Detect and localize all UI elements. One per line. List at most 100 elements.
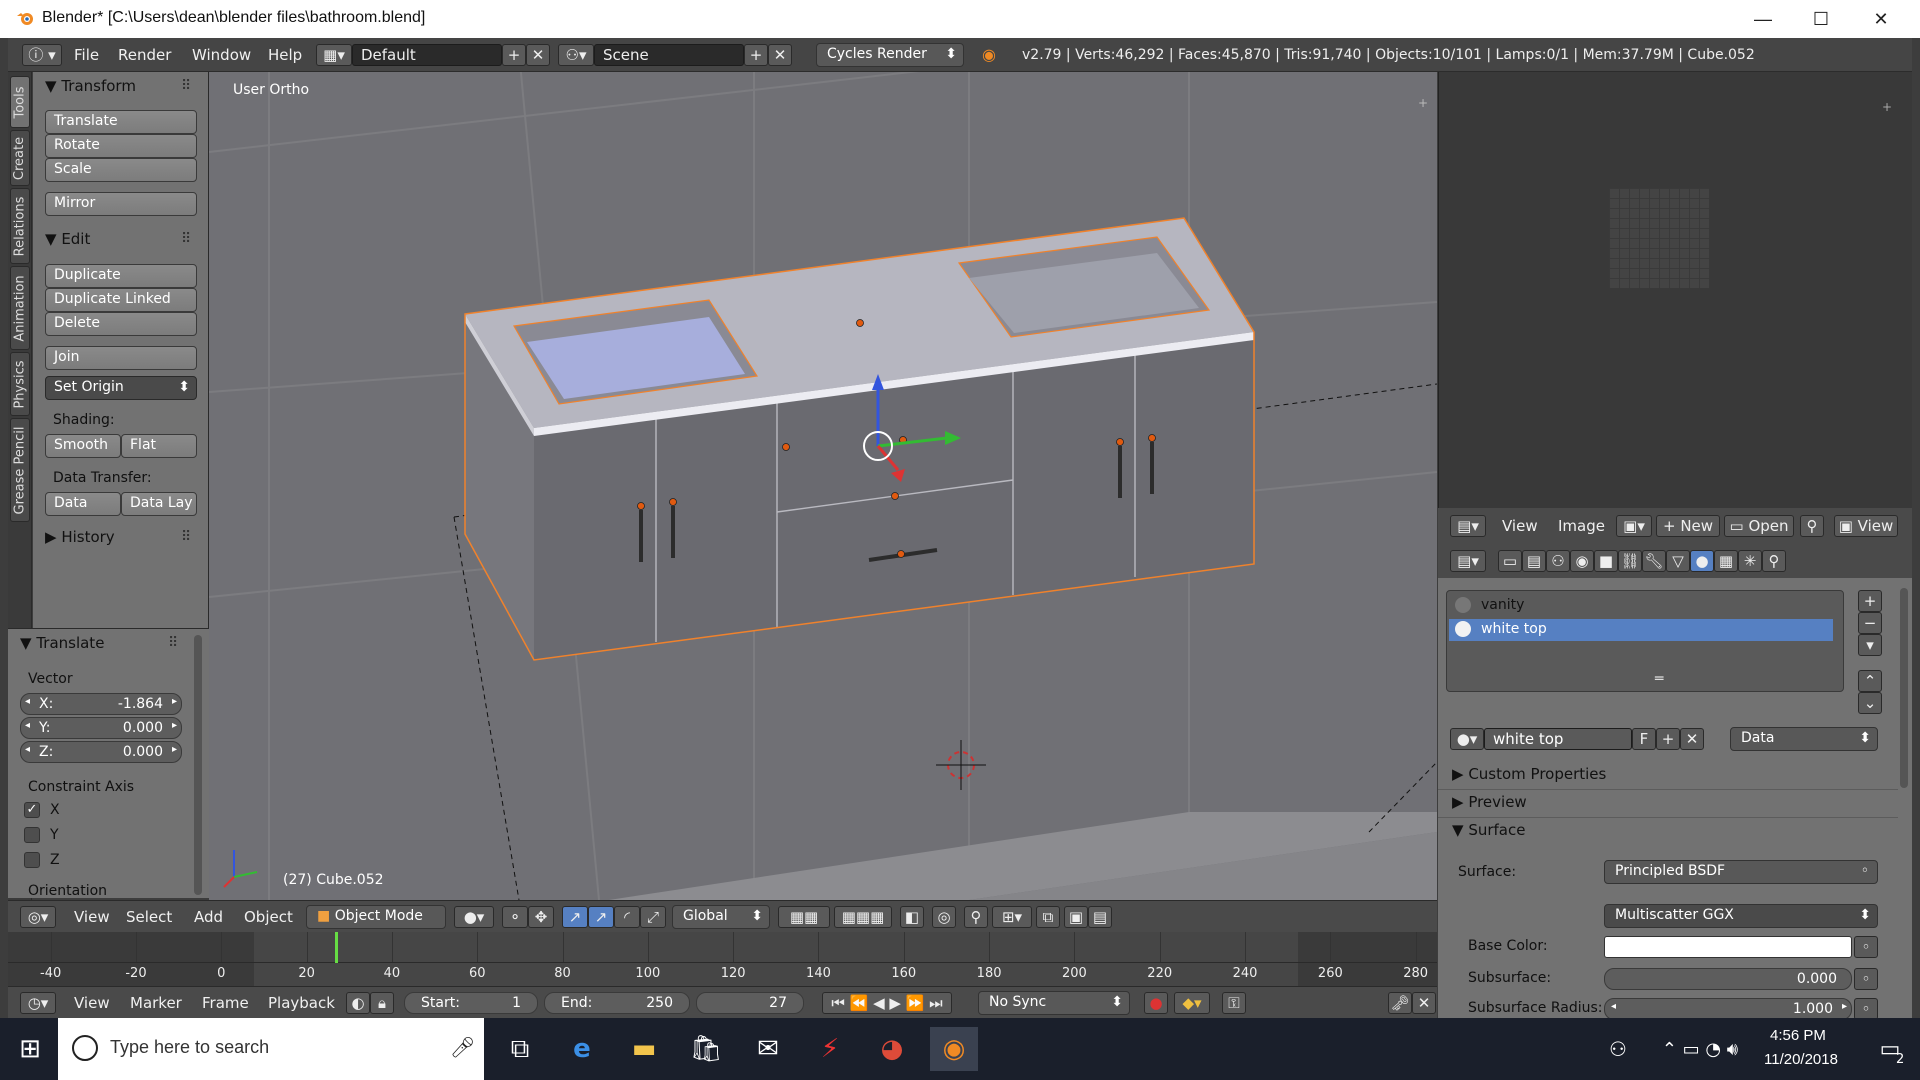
clapper-icon[interactable]: ▤ bbox=[1088, 906, 1112, 928]
menu-object[interactable]: Object bbox=[244, 908, 293, 926]
store-icon[interactable]: 🛍︎ bbox=[682, 1027, 730, 1071]
layers-tab-icon[interactable]: ▤ bbox=[1522, 550, 1546, 572]
menu-image[interactable]: Image bbox=[1558, 517, 1605, 535]
tab-create[interactable]: Create bbox=[10, 130, 30, 186]
layers-icon[interactable]: ▦▦ bbox=[778, 906, 830, 928]
task-view-icon[interactable]: ⧉ bbox=[496, 1027, 544, 1071]
list-item[interactable]: vanity bbox=[1449, 595, 1841, 617]
tab-physics[interactable]: Physics bbox=[10, 352, 30, 416]
link-dropdown[interactable]: Data ⬍ bbox=[1730, 727, 1878, 751]
modifiers-tab-icon[interactable]: 🔧︎ bbox=[1642, 550, 1666, 572]
fake-user-button[interactable]: F bbox=[1632, 728, 1656, 750]
orientation-dropdown[interactable]: Global ⬍ bbox=[672, 905, 770, 929]
join-button[interactable]: Join bbox=[45, 346, 197, 370]
mirror-button[interactable]: Mirror bbox=[45, 192, 197, 216]
layer-lock-icon[interactable]: ◧ bbox=[900, 906, 924, 928]
3d-viewport[interactable]: + User Ortho (27) Cube.052 bbox=[209, 72, 1437, 900]
new-material-icon[interactable]: + bbox=[1656, 728, 1680, 750]
physics-tab-icon[interactable]: ⚲ bbox=[1762, 550, 1786, 572]
editor-type-icon[interactable]: ▤▾ bbox=[1450, 515, 1486, 537]
drag-handle-icon[interactable]: ⠿ bbox=[168, 635, 178, 651]
edit-panel-header[interactable]: ▼ Edit bbox=[45, 230, 90, 248]
menu-view[interactable]: View bbox=[74, 994, 110, 1012]
lock-icon[interactable]: 🔒︎ bbox=[370, 992, 394, 1014]
scrollbar[interactable] bbox=[1900, 588, 1908, 788]
tab-relations[interactable]: Relations bbox=[10, 188, 30, 264]
record-icon[interactable]: ● bbox=[1144, 992, 1168, 1014]
pin-icon[interactable]: ⚲ bbox=[1800, 515, 1824, 537]
subsurface-field[interactable]: 0.000 bbox=[1604, 968, 1852, 990]
history-panel-header[interactable]: ▶ History bbox=[45, 528, 115, 546]
render-engine-dropdown[interactable]: Cycles Render ⬍ bbox=[816, 43, 964, 67]
minimize-button[interactable]: — bbox=[1734, 0, 1792, 38]
translate-panel-header[interactable]: ▼ Translate bbox=[20, 634, 104, 652]
delete-keyframe-icon[interactable]: ✕ bbox=[1412, 992, 1436, 1014]
add-layout-icon[interactable]: + bbox=[502, 44, 526, 66]
people-icon[interactable]: ⚇ bbox=[1594, 1027, 1642, 1071]
menu-window[interactable]: Window bbox=[192, 46, 251, 64]
unlink-material-icon[interactable]: ✕ bbox=[1680, 728, 1704, 750]
constraint-y-checkbox[interactable] bbox=[24, 827, 40, 843]
render-icon[interactable]: ⧉ bbox=[1036, 906, 1060, 928]
surface-panel[interactable]: ▼ Surface bbox=[1438, 818, 1898, 846]
node-link-icon[interactable]: ◦ bbox=[1854, 968, 1878, 990]
menu-render[interactable]: Render bbox=[118, 46, 171, 64]
menu-help[interactable]: Help bbox=[268, 46, 302, 64]
tab-animation[interactable]: Animation bbox=[10, 266, 30, 350]
duplicate-button[interactable]: Duplicate bbox=[45, 264, 197, 288]
move-down-icon[interactable]: ⌄ bbox=[1858, 692, 1882, 714]
viewport-shading-icon[interactable]: ●▾ bbox=[454, 906, 494, 928]
add-slot-icon[interactable]: + bbox=[1858, 590, 1882, 612]
transform-panel-header[interactable]: ▼ Transform bbox=[45, 77, 136, 95]
subsurface-radius-field[interactable]: ◂ 1.000 ▸ bbox=[1604, 998, 1852, 1020]
menu-file[interactable]: File bbox=[74, 46, 99, 64]
preview-range-icon[interactable]: ◐ bbox=[346, 992, 370, 1014]
menu-frame[interactable]: Frame bbox=[202, 994, 249, 1012]
rotate-button[interactable]: Rotate bbox=[45, 134, 197, 158]
material-tab-icon[interactable]: ● bbox=[1690, 550, 1714, 572]
node-link-icon[interactable]: ◦ bbox=[1854, 998, 1878, 1020]
menu-view[interactable]: View bbox=[1502, 517, 1538, 535]
chrome-icon[interactable]: ◕ bbox=[868, 1027, 916, 1071]
start-field[interactable]: Start: 1 bbox=[404, 992, 538, 1014]
browse-image-icon[interactable]: ▣▾ bbox=[1616, 515, 1652, 537]
distribution-dropdown[interactable]: Multiscatter GGX ⬍ bbox=[1604, 904, 1878, 928]
custom-properties-panel[interactable]: ▶ Custom Properties bbox=[1438, 762, 1898, 790]
image-editor[interactable]: + bbox=[1438, 72, 1912, 508]
material-name-field[interactable]: white top bbox=[1484, 728, 1632, 750]
image-canvas[interactable] bbox=[1609, 188, 1709, 288]
scale-button[interactable]: Scale bbox=[45, 158, 197, 182]
acrobat-icon[interactable]: ⚡ bbox=[806, 1027, 854, 1071]
surface-shader-dropdown[interactable]: Principled BSDF ◦ bbox=[1604, 860, 1878, 884]
sync-dropdown[interactable]: No Sync ⬍ bbox=[978, 991, 1130, 1015]
drag-handle-icon[interactable]: ⠿ bbox=[181, 231, 191, 247]
insert-keyframe-icon[interactable]: 🗝︎ bbox=[1388, 992, 1412, 1014]
pivot-icon[interactable]: ⚬ bbox=[502, 906, 528, 928]
data-tab-icon[interactable]: ▽ bbox=[1666, 550, 1690, 572]
remove-layout-icon[interactable]: ✕ bbox=[526, 44, 550, 66]
camera-icon[interactable]: ▣ bbox=[1064, 906, 1088, 928]
manipulator-icon[interactable]: ✥ bbox=[528, 906, 554, 928]
info-icon[interactable]: ⓘ ▾ bbox=[22, 44, 62, 66]
world-tab-icon[interactable]: ◉ bbox=[1570, 550, 1594, 572]
editor-type-icon[interactable]: ▤▾ bbox=[1450, 550, 1486, 572]
menu-view[interactable]: View bbox=[74, 908, 110, 926]
layout-field[interactable]: Default bbox=[352, 44, 502, 66]
playback-controls-icon[interactable]: ⏮ ⏪ ◀ ▶ ⏩ ⏭ bbox=[822, 992, 952, 1014]
material-slots-list[interactable]: vanity white top ═ bbox=[1446, 590, 1844, 692]
render-tab-icon[interactable]: ▭ bbox=[1498, 550, 1522, 572]
new-image-button[interactable]: + New bbox=[1656, 515, 1720, 537]
translate-manipulator-icon[interactable]: ↗ bbox=[562, 906, 588, 928]
remove-scene-icon[interactable]: ✕ bbox=[768, 44, 792, 66]
region-collapse-icon[interactable]: + bbox=[1882, 100, 1892, 114]
vanity-cabinet[interactable] bbox=[464, 217, 1255, 661]
move-manipulator-icon[interactable]: ↗ bbox=[588, 906, 614, 928]
texture-tab-icon[interactable]: ▦ bbox=[1714, 550, 1738, 572]
open-image-button[interactable]: ▭ Open bbox=[1724, 515, 1794, 537]
keying-set-icon[interactable]: ⚿ bbox=[1222, 992, 1246, 1014]
region-collapse-icon[interactable]: + bbox=[1418, 96, 1428, 110]
blender-taskbar-icon[interactable]: ◉ bbox=[930, 1027, 978, 1071]
mode-dropdown[interactable]: ■ Object Mode bbox=[306, 905, 446, 929]
move-up-icon[interactable]: ⌃ bbox=[1858, 670, 1882, 692]
3d-cursor-icon[interactable] bbox=[936, 740, 986, 790]
